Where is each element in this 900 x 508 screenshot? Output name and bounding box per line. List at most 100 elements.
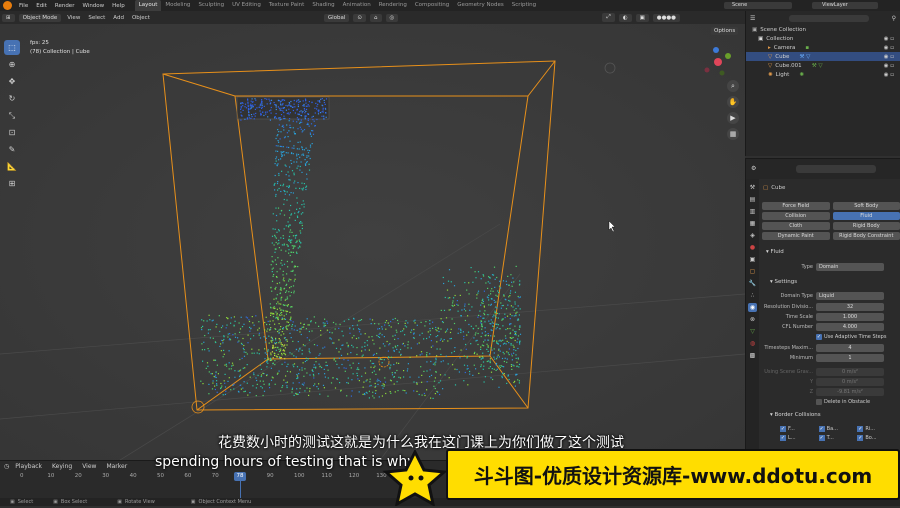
- material-tab-icon[interactable]: ◍: [748, 339, 757, 348]
- adaptive-timesteps-row[interactable]: ✓ Use Adaptive Time Steps: [816, 334, 886, 340]
- outliner-row-collection[interactable]: ▣ Collection ◉ ▫: [746, 34, 900, 43]
- menu-marker[interactable]: Marker: [102, 463, 131, 470]
- menu-help[interactable]: Help: [108, 3, 129, 9]
- rigid-body-button[interactable]: Rigid Body: [833, 222, 900, 230]
- border-check[interactable]: ✓L...: [780, 435, 813, 441]
- outliner-row-cube-001[interactable]: ▽ Cube.001 ⚒ ▽ ◉ ▫: [746, 61, 900, 70]
- rigid-body-constraint-button[interactable]: Rigid Body Constraint: [833, 232, 900, 240]
- move-tool-icon[interactable]: ✥: [4, 74, 20, 89]
- 3d-viewport[interactable]: fps: 25 (78) Collection | Cube Options ⬚…: [0, 24, 745, 460]
- tab-layout[interactable]: Layout: [135, 0, 162, 11]
- adaptive-checkbox[interactable]: ✓: [816, 334, 822, 340]
- zoom-icon[interactable]: ⌕: [727, 80, 739, 92]
- scene-selector[interactable]: Scene: [724, 2, 792, 9]
- editor-type-icon[interactable]: ⊞: [2, 14, 15, 22]
- properties-editor-icon[interactable]: ⚙: [751, 165, 756, 172]
- tab-rendering[interactable]: Rendering: [375, 0, 411, 11]
- visibility-icon[interactable]: ◉ ▫: [884, 36, 894, 42]
- menu-object[interactable]: Object: [128, 15, 154, 21]
- border-check[interactable]: ✓Ri...: [857, 426, 890, 432]
- tab-scripting[interactable]: Scripting: [508, 0, 540, 11]
- constraints-tab-icon[interactable]: ⊗: [748, 315, 757, 324]
- cursor-tool-icon[interactable]: ⊕: [4, 57, 20, 72]
- border-check[interactable]: ✓F...: [780, 426, 813, 432]
- current-frame-indicator[interactable]: 78: [234, 472, 246, 481]
- proportional-icon[interactable]: ◎: [386, 14, 399, 22]
- filter-icon[interactable]: ⚲: [892, 15, 896, 22]
- tab-shading[interactable]: Shading: [308, 0, 338, 11]
- tab-texture-paint[interactable]: Texture Paint: [265, 0, 309, 11]
- options-dropdown[interactable]: Options: [711, 27, 738, 35]
- pivot-icon[interactable]: ⊙: [353, 14, 366, 22]
- tab-compositing[interactable]: Compositing: [411, 0, 453, 11]
- border-check[interactable]: ✓Bo...: [857, 435, 890, 441]
- cfl-field[interactable]: 4.000: [816, 323, 884, 331]
- timeline-editor-icon[interactable]: ◷: [4, 463, 9, 470]
- output-tab-icon[interactable]: ▥: [748, 207, 757, 216]
- tab-animation[interactable]: Animation: [339, 0, 375, 11]
- overlay-toggle-icon[interactable]: ◐: [619, 14, 632, 22]
- tab-uv-editing[interactable]: UV Editing: [228, 0, 265, 11]
- particles-tab-icon[interactable]: ∴: [748, 291, 757, 300]
- menu-add[interactable]: Add: [109, 15, 128, 21]
- time-scale-field[interactable]: 1.000: [816, 313, 884, 321]
- measure-tool-icon[interactable]: 📐: [4, 159, 20, 174]
- border-check[interactable]: ✓T...: [819, 435, 852, 441]
- view-layer-selector[interactable]: ViewLayer: [812, 2, 878, 9]
- xray-toggle-icon[interactable]: ▣: [636, 14, 649, 22]
- select-tool-icon[interactable]: ⬚: [4, 40, 20, 55]
- outliner-search[interactable]: [789, 15, 869, 22]
- transform-tool-icon[interactable]: ⊡: [4, 125, 20, 140]
- physics-tab-icon[interactable]: ◉: [748, 303, 757, 312]
- pan-hand-icon[interactable]: ✋: [727, 96, 739, 108]
- data-tab-icon[interactable]: ▽: [748, 327, 757, 336]
- border-collisions-header[interactable]: ▾ Border Collisions: [770, 412, 821, 418]
- outliner-row-camera[interactable]: ▸ Camera ▪ ◉ ▫: [746, 43, 900, 52]
- world-tab-icon[interactable]: ●: [748, 243, 757, 252]
- gizmo-toggle-icon[interactable]: ⤢: [602, 13, 614, 22]
- tool-tab-icon[interactable]: ⚒: [748, 183, 757, 192]
- dynamic-paint-button[interactable]: Dynamic Paint: [762, 232, 830, 240]
- grid-view-icon[interactable]: ▦: [727, 128, 739, 140]
- outliner-editor-icon[interactable]: ☰: [750, 15, 755, 22]
- soft-body-button[interactable]: Soft Body: [833, 202, 900, 210]
- delete-obstacle-row[interactable]: Delete in Obstacle: [816, 399, 870, 405]
- mode-selector[interactable]: Object Mode: [19, 14, 62, 22]
- tab-sculpting[interactable]: Sculpting: [194, 0, 228, 11]
- render-tab-icon[interactable]: ▤: [748, 195, 757, 204]
- properties-search[interactable]: [796, 165, 876, 173]
- outliner-row-light[interactable]: ✺ Light ✺ ◉ ▫: [746, 70, 900, 79]
- visibility-icon[interactable]: ◉ ▫: [884, 63, 894, 69]
- tab-geometry-nodes[interactable]: Geometry Nodes: [453, 0, 507, 11]
- outliner-row-cube[interactable]: ▽ Cube ⚒ ▽ ◉ ▫: [746, 52, 900, 61]
- minimum-field[interactable]: 1: [816, 354, 884, 362]
- menu-edit[interactable]: Edit: [32, 3, 51, 9]
- add-cube-tool-icon[interactable]: ⊞: [4, 176, 20, 191]
- visibility-icon[interactable]: ◉ ▫: [884, 45, 894, 51]
- menu-render[interactable]: Render: [51, 3, 79, 9]
- fluid-section-header[interactable]: ▾ Fluid: [766, 249, 784, 255]
- fluid-button[interactable]: Fluid: [833, 212, 900, 220]
- annotate-tool-icon[interactable]: ✎: [4, 142, 20, 157]
- domain-type-dropdown[interactable]: Liquid: [816, 292, 884, 300]
- delete-obstacle-checkbox[interactable]: [816, 399, 822, 405]
- settings-section-header[interactable]: ▾ Settings: [770, 279, 797, 285]
- object-tab-icon[interactable]: ▢: [748, 267, 757, 276]
- visibility-icon[interactable]: ◉ ▫: [884, 72, 894, 78]
- menu-file[interactable]: File: [15, 3, 32, 9]
- scene-tab-icon[interactable]: ◈: [748, 231, 757, 240]
- modifier-tab-icon[interactable]: 🔧: [748, 279, 757, 288]
- view-layer-tab-icon[interactable]: ▦: [748, 219, 757, 228]
- timesteps-max-field[interactable]: 4: [816, 344, 884, 352]
- visibility-icon[interactable]: ◉ ▫: [884, 54, 894, 60]
- rotate-tool-icon[interactable]: ↻: [4, 91, 20, 106]
- menu-keying[interactable]: Keying: [48, 463, 76, 470]
- resolution-field[interactable]: 32: [816, 303, 884, 311]
- menu-select[interactable]: Select: [84, 15, 109, 21]
- menu-playback[interactable]: Playback: [11, 463, 46, 470]
- camera-view-icon[interactable]: ▶: [727, 112, 739, 124]
- shading-mode-icon[interactable]: ●●●●: [653, 14, 680, 22]
- menu-window[interactable]: Window: [78, 3, 108, 9]
- menu-view[interactable]: View: [63, 15, 84, 21]
- snap-icon[interactable]: ⌂: [370, 14, 382, 22]
